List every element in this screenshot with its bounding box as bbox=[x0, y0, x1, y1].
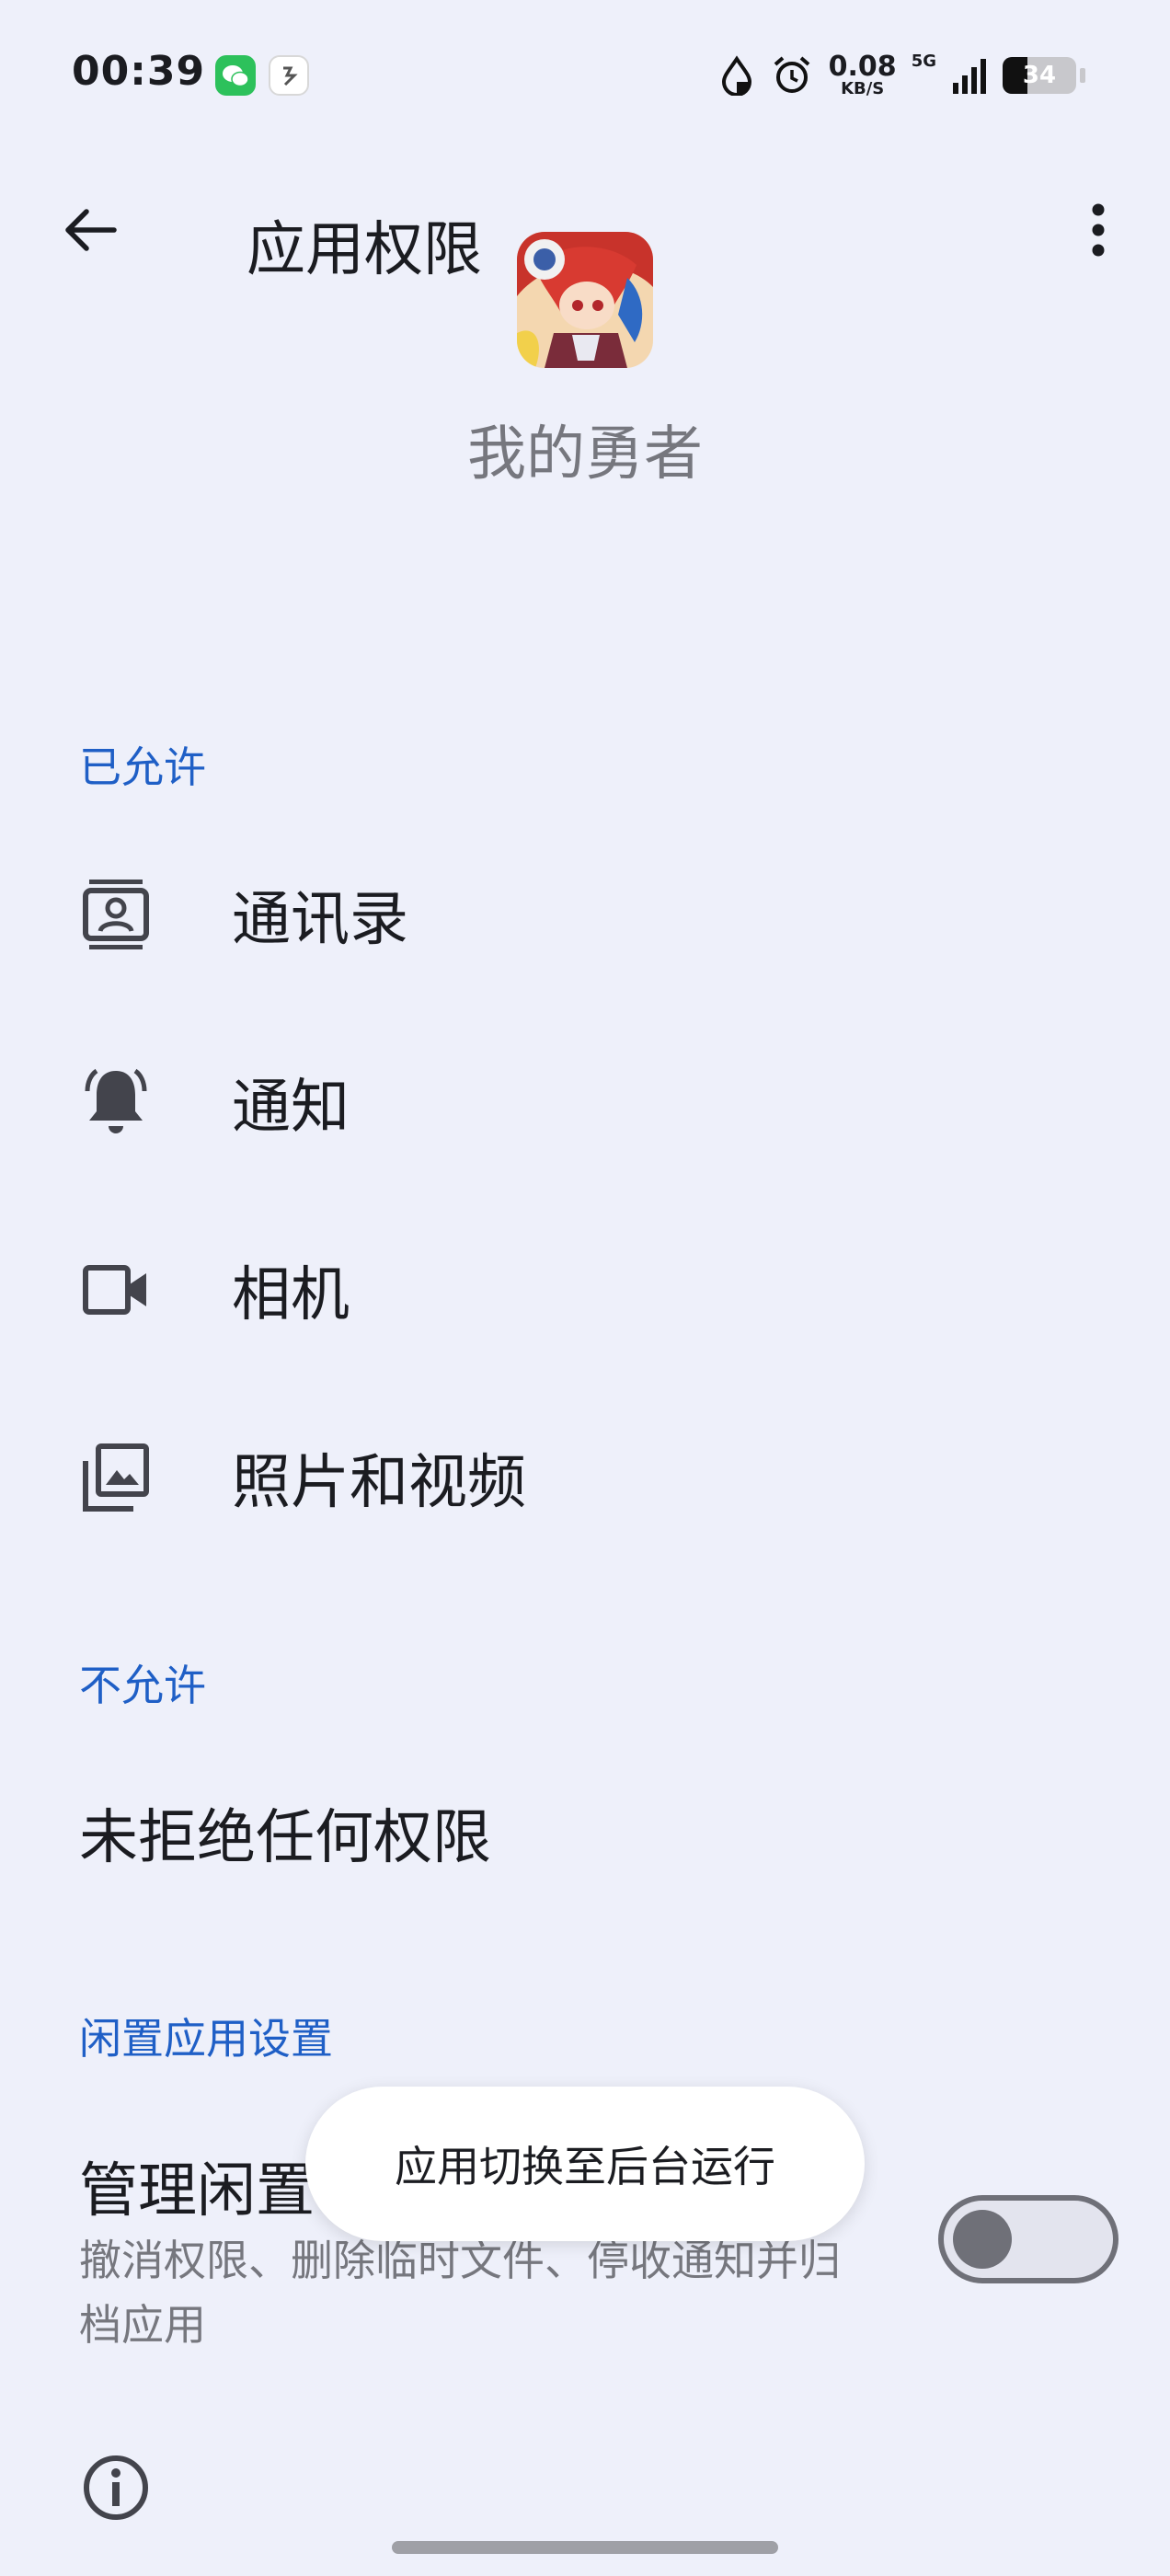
app-icon bbox=[517, 232, 653, 368]
app-notification-icon bbox=[269, 55, 309, 96]
arrow-left-icon bbox=[65, 209, 117, 251]
network-speed-unit: KB/S bbox=[841, 79, 885, 98]
network-type: 5G bbox=[911, 52, 936, 71]
status-time: 00:39 bbox=[72, 48, 206, 95]
status-bar: 00:39 0.08 KB/S 5G 34 bbox=[0, 0, 1170, 147]
battery-level: 34 bbox=[1022, 62, 1057, 89]
allowed-section-header: 已允许 bbox=[79, 742, 206, 792]
battery-icon: 34 bbox=[1003, 57, 1076, 94]
toast-message: 应用切换至后台运行 bbox=[305, 2087, 865, 2241]
photos-icon bbox=[79, 1441, 153, 1514]
permission-item-contacts[interactable]: 通讯录 bbox=[0, 832, 1170, 997]
signal-icon bbox=[953, 59, 986, 94]
bell-icon bbox=[79, 1065, 153, 1139]
toggle-knob bbox=[953, 2210, 1012, 2269]
no-denied-permissions-text: 未拒绝任何权限 bbox=[79, 1804, 491, 1872]
denied-section-header: 不允许 bbox=[79, 1661, 206, 1710]
permission-item-photos[interactable]: 照片和视频 bbox=[0, 1395, 1170, 1560]
manage-idle-title: 管理闲置 bbox=[79, 2157, 315, 2225]
permission-label: 通讯录 bbox=[232, 886, 408, 954]
permission-item-notifications[interactable]: 通知 bbox=[0, 1019, 1170, 1185]
app-permissions-screen: 00:39 0.08 KB/S 5G 34 应用权限 我的勇者 已允许 通讯录 … bbox=[0, 0, 1170, 2576]
home-indicator[interactable] bbox=[392, 2541, 778, 2554]
permission-label: 通知 bbox=[232, 1074, 350, 1142]
back-button[interactable] bbox=[44, 184, 136, 276]
more-vert-icon bbox=[1092, 203, 1105, 257]
status-right-group: 0.08 KB/S 5G 34 bbox=[718, 48, 1085, 103]
manage-idle-subtitle: 撤消权限、删除临时文件、停收通知并归档应用 bbox=[79, 2236, 841, 2350]
permission-label: 照片和视频 bbox=[232, 1449, 526, 1517]
network-speed-value: 0.08 bbox=[828, 51, 897, 83]
contacts-icon bbox=[79, 878, 153, 951]
permission-label: 相机 bbox=[232, 1261, 350, 1329]
info-icon bbox=[79, 2451, 153, 2524]
camera-icon bbox=[79, 1253, 153, 1327]
alarm-icon bbox=[774, 56, 809, 93]
data-saver-icon bbox=[721, 55, 751, 96]
more-options-button[interactable] bbox=[1052, 184, 1144, 276]
network-speed: 0.08 KB/S bbox=[829, 53, 897, 98]
battery-cap bbox=[1080, 68, 1085, 83]
page-title: 应用权限 bbox=[247, 216, 482, 284]
idle-section-header: 闲置应用设置 bbox=[79, 2014, 333, 2064]
app-name: 我的勇者 bbox=[467, 420, 703, 489]
wechat-notification-icon bbox=[215, 55, 256, 96]
permission-item-camera[interactable]: 相机 bbox=[0, 1207, 1170, 1373]
manage-idle-toggle[interactable] bbox=[938, 2195, 1118, 2283]
